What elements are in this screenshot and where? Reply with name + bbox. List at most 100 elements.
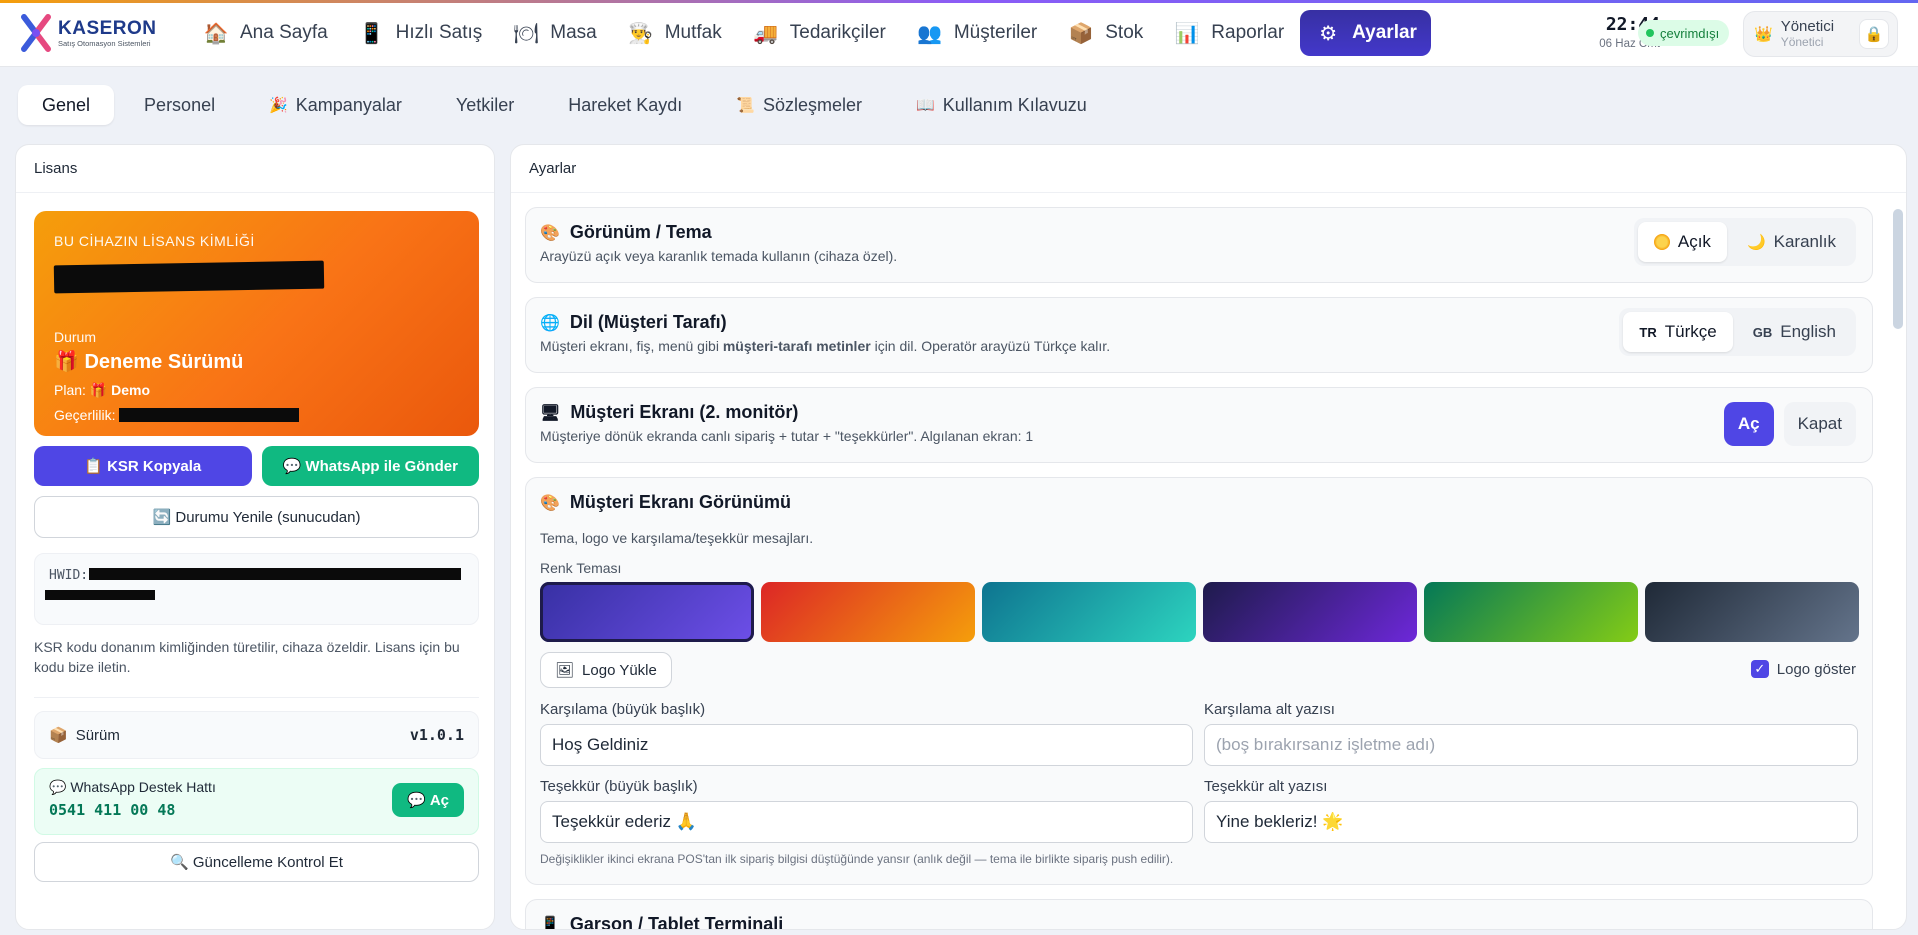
nav-table[interactable]: 🍽 Masa bbox=[498, 11, 610, 55]
support-title-text: WhatsApp Destek Hattı bbox=[70, 779, 216, 795]
language-setting: 🌐 Dil (Müşteri Tarafı) Müşteri ekranı, fi… bbox=[525, 297, 1873, 373]
tab-user-guide[interactable]: 📖 Kullanım Kılavuzu bbox=[892, 85, 1111, 125]
chart-icon: 📊 bbox=[1174, 22, 1200, 45]
brand-logo-icon bbox=[21, 14, 51, 52]
color-swatch-1[interactable] bbox=[540, 582, 754, 642]
hwid-box: HWID: bbox=[34, 553, 479, 625]
theme-title: 🎨 Görünüm / Tema bbox=[540, 222, 712, 243]
color-theme-swatches bbox=[540, 582, 1859, 642]
upload-logo-button[interactable]: 🖼 Logo Yükle bbox=[540, 652, 672, 688]
tab-general[interactable]: Genel bbox=[18, 85, 115, 125]
color-swatch-5[interactable] bbox=[1424, 582, 1638, 642]
scrollbar[interactable] bbox=[1893, 199, 1903, 925]
box-icon: 📦 bbox=[1068, 22, 1094, 45]
color-swatch-4[interactable] bbox=[1203, 582, 1417, 642]
tab-contracts[interactable]: 📜 Sözleşmeler bbox=[712, 85, 886, 125]
tab-label: Sözleşmeler bbox=[762, 94, 863, 115]
gift-icon: 🎁 bbox=[54, 351, 85, 373]
nav-label: Mutfak bbox=[664, 22, 722, 43]
nav-kitchen[interactable]: 👨‍🍳 Mutfak bbox=[613, 11, 736, 55]
copy-ksr-button[interactable]: 📋 KSR Kopyala bbox=[34, 446, 252, 486]
theme-desc: Arayüzü açık veya karanlık temada kullan… bbox=[540, 248, 898, 264]
connection-status-label: çevrimdışı bbox=[1660, 25, 1720, 41]
brand[interactable]: KASERON Satış Otomasyon Sistemleri bbox=[18, 13, 178, 53]
nav-quick-sale[interactable]: 📱 Hızlı Satış bbox=[344, 11, 497, 55]
nav-home[interactable]: 🏠 Ana Sayfa bbox=[188, 11, 342, 55]
language-en-button[interactable]: GB English bbox=[1737, 312, 1852, 352]
language-en-label: English bbox=[1780, 322, 1836, 341]
whatsapp-send-button[interactable]: 💬 WhatsApp ile Gönder bbox=[261, 446, 479, 486]
redacted-hwid-line1 bbox=[89, 568, 461, 580]
party-icon: 🎉 bbox=[269, 97, 288, 114]
refresh-status-button[interactable]: 🔄 Durumu Yenile (sunucudan) bbox=[34, 496, 479, 538]
color-swatch-3[interactable] bbox=[982, 582, 1196, 642]
tab-permissions[interactable]: Yetkiler bbox=[432, 85, 538, 125]
color-swatch-6[interactable] bbox=[1645, 582, 1859, 642]
sun-icon bbox=[1653, 234, 1670, 250]
color-swatch-2[interactable] bbox=[761, 582, 975, 642]
tab-staff[interactable]: Personel bbox=[120, 85, 239, 125]
nav-customers[interactable]: 👥 Müşteriler bbox=[902, 11, 1051, 55]
support-open-button[interactable]: 💬 Aç bbox=[392, 783, 464, 817]
palette-icon: 🎨 bbox=[540, 224, 560, 242]
tr-flag-icon: TR bbox=[1639, 324, 1657, 340]
tab-label: Yetkiler bbox=[455, 94, 515, 115]
nav-reports[interactable]: 📊 Raporlar bbox=[1159, 11, 1298, 55]
chat-icon: 💬 bbox=[282, 458, 306, 475]
thanks-title-input[interactable]: Teşekkür ederiz 🙏 bbox=[540, 801, 1193, 843]
settings-tabs: Genel Personel 🎉 Kampanyalar Yetkiler Har… bbox=[18, 85, 1111, 125]
thanks-title-label: Teşekkür (büyük başlık) bbox=[540, 778, 698, 795]
lock-button[interactable]: 🔒 bbox=[1859, 19, 1889, 49]
check-update-button[interactable]: 🔍 Güncelleme Kontrol Et bbox=[34, 842, 479, 882]
thanks-sub-input[interactable]: Yine bekleriz! 🌟 bbox=[1204, 801, 1858, 843]
theme-title-text: Görünüm / Tema bbox=[569, 222, 712, 242]
theme-dark-button[interactable]: 🌙 Karanlık bbox=[1731, 222, 1852, 262]
license-card: BU CİHAZIN LİSANS KİMLİĞİ Durum 🎁 Deneme… bbox=[34, 211, 479, 436]
theme-light-button[interactable]: Açık bbox=[1637, 222, 1727, 262]
nav-label: Hızlı Satış bbox=[395, 22, 483, 43]
language-tr-button[interactable]: TR Türkçe bbox=[1623, 312, 1733, 352]
nav-suppliers[interactable]: 🚚 Tedarikçiler bbox=[738, 11, 900, 55]
plan-label: Plan: bbox=[54, 382, 86, 398]
checkmark-icon[interactable]: ✓ bbox=[1750, 660, 1769, 678]
tab-activity-log[interactable]: Hareket Kaydı bbox=[544, 85, 706, 125]
license-plan: Plan: 🎁 Demo bbox=[54, 382, 459, 399]
nav-label: Ana Sayfa bbox=[240, 22, 328, 43]
upload-logo-label: Logo Yükle bbox=[582, 661, 657, 679]
customer-display-desc: Müşteriye dönük ekranda canlı sipariş + … bbox=[540, 428, 1034, 444]
tab-label: Hareket Kaydı bbox=[568, 94, 683, 115]
welcome-sub-input[interactable]: (boş bırakırsanız işletme adı) bbox=[1204, 724, 1858, 766]
gb-flag-icon: GB bbox=[1752, 324, 1773, 340]
tab-label: Genel bbox=[42, 94, 91, 115]
user-menu[interactable]: 👑 Yönetici Yönetici 🔒 bbox=[1743, 11, 1898, 57]
theme-light-label: Açık bbox=[1677, 232, 1711, 251]
nav-settings[interactable]: ⚙ Ayarlar bbox=[1300, 10, 1431, 56]
display-look-title: 🎨 Müşteri Ekranı Görünümü bbox=[540, 492, 791, 513]
license-status: 🎁 Deneme Sürümü bbox=[54, 349, 459, 374]
show-logo-checkbox[interactable]: ✓ Logo göster bbox=[1750, 660, 1856, 678]
welcome-title-input[interactable]: Hoş Geldiniz bbox=[540, 724, 1193, 766]
tab-label: Kampanyalar bbox=[295, 94, 402, 115]
validity-label: Geçerlilik: bbox=[54, 407, 116, 423]
tab-campaigns[interactable]: 🎉 Kampanyalar bbox=[245, 85, 426, 125]
version-row: 📦 Sürüm v1.0.1 bbox=[34, 711, 479, 759]
welcome-title-label: Karşılama (büyük başlık) bbox=[540, 701, 706, 718]
users-icon: 👥 bbox=[917, 22, 943, 45]
customer-display-toggle: Aç Kapat bbox=[1723, 402, 1856, 446]
nav-stock[interactable]: 📦 Stok bbox=[1053, 11, 1157, 55]
language-tr-label: Türkçe bbox=[1664, 322, 1717, 341]
scroll-icon: 📜 bbox=[736, 97, 755, 114]
color-theme-label: Renk Teması bbox=[540, 560, 622, 576]
refresh-icon: 🔄 bbox=[152, 509, 176, 526]
customer-display-on-button[interactable]: Aç bbox=[1723, 402, 1774, 446]
scroll-thumb[interactable] bbox=[1893, 209, 1903, 329]
nav-label: Masa bbox=[550, 22, 597, 43]
version-value: v1.0.1 bbox=[409, 726, 464, 744]
language-desc: Müşteri ekranı, fiş, menü gibi müşteri-t… bbox=[540, 338, 1110, 354]
license-actions: 📋 KSR Kopyala 💬 WhatsApp ile Gönder bbox=[34, 446, 479, 486]
brand-name: KASERON bbox=[58, 17, 157, 39]
customer-display-off-button[interactable]: Kapat bbox=[1783, 402, 1856, 446]
display-look-setting: 🎨 Müşteri Ekranı Görünümü Tema, logo ve k… bbox=[525, 477, 1873, 885]
display-look-title-text: Müşteri Ekranı Görünümü bbox=[569, 492, 791, 512]
whatsapp-send-label: WhatsApp ile Gönder bbox=[305, 457, 458, 475]
